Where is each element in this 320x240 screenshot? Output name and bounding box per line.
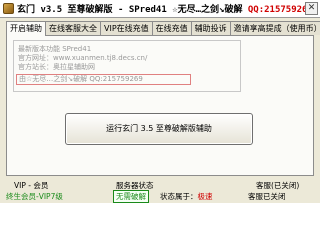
tab-invite[interactable]: 邀请享高提成（使用币） (229, 21, 320, 35)
info-admin-line: 官方站长：奥拉星辅助网 (18, 63, 95, 71)
state-label: 状态属于： (160, 192, 198, 201)
title-bar[interactable]: 玄门 v3.5 至尊破解版 - SPred41 ☆无尽…之剑↘破解 QQ:215… (0, 0, 320, 18)
status-badge: 无需破解 (113, 190, 149, 203)
title-qq: QQ:215759269 (247, 5, 313, 15)
title-author: - SPred41 (117, 5, 167, 15)
tab-online-service[interactable]: 在线客服大全 (45, 21, 101, 35)
title-name: 玄门 (17, 5, 36, 15)
state-value: 极速 (197, 192, 213, 201)
status-bar: VIP - 会员 服务器状态 客服(已关闭) 终生会员-VIP7级 无需破解 状… (0, 177, 320, 203)
lifetime-member-label: 终生会员-VIP7级 (6, 192, 63, 201)
tab-online-recharge[interactable]: 在线充值 (151, 21, 192, 35)
customer-service-label: 客服(已关闭) (256, 181, 300, 190)
title-product: 至尊破解版 (67, 5, 113, 15)
vip-member-label: VIP - 会员 (14, 181, 49, 190)
tab-start-assist[interactable]: 开启辅助 (6, 21, 46, 36)
tab-panel: 最新版本功能 SPred41 官方网址：www.xuanmen.tj8.decs… (6, 35, 314, 176)
state-indicator: 状态属于：极速 (160, 191, 213, 202)
tab-strip: 开启辅助 在线客服大全 VIP在线充值 在线充值 辅助投诉 邀请享高提成（使用币… (6, 21, 320, 36)
tab-complaint[interactable]: 辅助投诉 (190, 21, 231, 35)
title-tagline: ☆无尽…之剑↘破解 (172, 5, 243, 15)
info-group: 最新版本功能 SPred41 官方网址：www.xuanmen.tj8.decs… (13, 40, 241, 92)
app-icon (3, 3, 14, 14)
tab-vip-recharge[interactable]: VIP在线充值 (100, 21, 153, 35)
main-window: 玄门 v3.5 至尊破解版 - SPred41 ☆无尽…之剑↘破解 QQ:215… (0, 0, 320, 203)
customer-service-closed-label: 客服已关闭 (248, 192, 286, 201)
run-assist-button[interactable]: 运行玄门 3.5 至尊破解版辅助 (65, 113, 253, 145)
window-title: 玄门 v3.5 至尊破解版 - SPred41 ☆无尽…之剑↘破解 QQ:215… (17, 2, 313, 15)
info-crack-line: 由☆无尽…之剑↘破解 QQ:215759269 (16, 74, 191, 85)
title-version: v3.5 (40, 5, 63, 15)
close-icon[interactable]: ✕ (305, 2, 318, 15)
